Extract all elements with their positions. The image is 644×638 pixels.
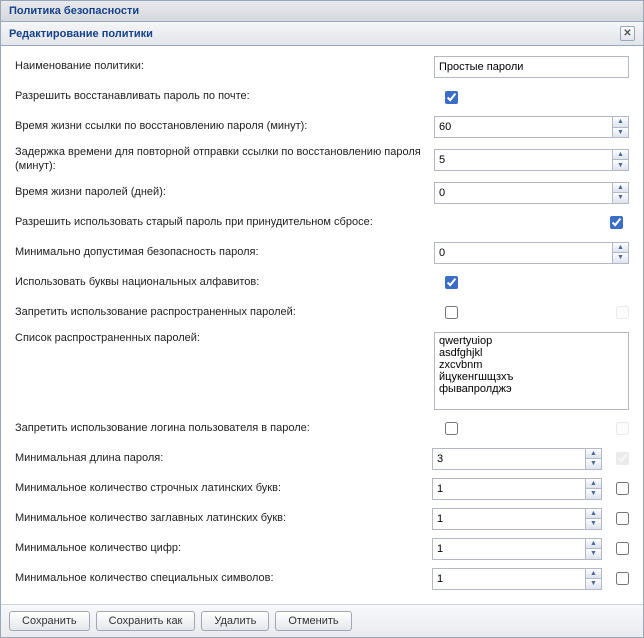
- input-resend-delay[interactable]: [434, 149, 612, 171]
- checkbox-forbid-common-trail: [616, 306, 629, 319]
- input-link-ttl[interactable]: [434, 116, 612, 138]
- spinner-resend-delay: ▲▼: [434, 149, 629, 171]
- row-min-len: Минимальная длина пароля: ▲▼: [15, 448, 629, 470]
- label-resend-delay: Задержка времени для повторной отправки …: [15, 146, 434, 174]
- label-min-upper: Минимальное количество заглавных латинск…: [15, 512, 432, 526]
- row-min-digits: Минимальное количество цифр: ▲▼: [15, 538, 629, 560]
- chevron-down-icon[interactable]: ▼: [586, 489, 601, 499]
- checkbox-min-special-trail[interactable]: [616, 572, 629, 585]
- chevron-up-icon[interactable]: ▲: [613, 183, 628, 194]
- label-forbid-common: Запретить использование распространенных…: [15, 306, 445, 320]
- delete-button[interactable]: Удалить: [201, 611, 269, 631]
- save-as-button[interactable]: Сохранить как: [96, 611, 196, 631]
- chevron-up-icon[interactable]: ▲: [586, 479, 601, 490]
- checkbox-allow-old[interactable]: [610, 216, 623, 229]
- chevron-up-icon[interactable]: ▲: [613, 243, 628, 254]
- row-allow-old: Разрешить использовать старый пароль при…: [15, 212, 629, 234]
- chevron-up-icon[interactable]: ▲: [613, 117, 628, 128]
- chevron-down-icon[interactable]: ▼: [586, 459, 601, 469]
- checkbox-allow-recovery[interactable]: [445, 91, 458, 104]
- checkbox-forbid-login-trail: [616, 422, 629, 435]
- checkbox-use-national[interactable]: [445, 276, 458, 289]
- checkbox-min-len-trail: [616, 452, 629, 465]
- row-common-list: Список распространенных паролей:: [15, 332, 629, 410]
- chevron-up-icon[interactable]: ▲: [586, 449, 601, 460]
- label-min-len: Минимальная длина пароля:: [15, 452, 432, 466]
- chevron-down-icon[interactable]: ▼: [613, 160, 628, 170]
- row-min-upper: Минимальное количество заглавных латинск…: [15, 508, 629, 530]
- button-bar: Сохранить Сохранить как Удалить Отменить: [1, 604, 643, 637]
- spinner-link-ttl: ▲▼: [434, 116, 629, 138]
- input-min-len[interactable]: [432, 448, 585, 470]
- chevron-up-icon[interactable]: ▲: [586, 569, 601, 580]
- spinner-min-special: ▲▼: [432, 568, 602, 590]
- chevron-down-icon[interactable]: ▼: [613, 193, 628, 203]
- checkbox-forbid-login[interactable]: [445, 422, 458, 435]
- label-name: Наименование политики:: [15, 60, 434, 74]
- row-name: Наименование политики:: [15, 56, 629, 78]
- row-min-lower: Минимальное количество строчных латински…: [15, 478, 629, 500]
- input-min-lower[interactable]: [432, 478, 585, 500]
- label-min-strength: Минимально допустимая безопасность парол…: [15, 246, 434, 260]
- subpanel-header: Редактирование политики ✕: [1, 22, 643, 46]
- chevron-down-icon[interactable]: ▼: [586, 579, 601, 589]
- spinner-pwd-ttl: ▲▼: [434, 182, 629, 204]
- spinner-min-upper: ▲▼: [432, 508, 602, 530]
- spinner-min-lower: ▲▼: [432, 478, 602, 500]
- spinner-min-strength: ▲▼: [434, 242, 629, 264]
- label-min-lower: Минимальное количество строчных латински…: [15, 482, 432, 496]
- row-min-special: Минимальное количество специальных симво…: [15, 568, 629, 590]
- textarea-common-list[interactable]: [434, 332, 629, 410]
- panel-title: Политика безопасности: [1, 1, 643, 22]
- row-link-ttl: Время жизни ссылки по восстановлению пар…: [15, 116, 629, 138]
- label-allow-old: Разрешить использовать старый пароль при…: [15, 216, 610, 230]
- label-min-special: Минимальное количество специальных симво…: [15, 572, 432, 586]
- chevron-down-icon[interactable]: ▼: [613, 253, 628, 263]
- input-min-digits[interactable]: [432, 538, 585, 560]
- chevron-up-icon[interactable]: ▲: [613, 150, 628, 161]
- row-forbid-login: Запретить использование логина пользоват…: [15, 418, 629, 440]
- label-allow-recovery: Разрешить восстанавливать пароль по почт…: [15, 90, 445, 104]
- label-pwd-ttl: Время жизни паролей (дней):: [15, 186, 434, 200]
- label-use-national: Использовать буквы национальных алфавито…: [15, 276, 445, 290]
- input-name[interactable]: [434, 56, 629, 78]
- subpanel-title: Редактирование политики: [9, 28, 153, 40]
- security-policy-panel: Политика безопасности Редактирование пол…: [0, 0, 644, 638]
- row-resend-delay: Задержка времени для повторной отправки …: [15, 146, 629, 174]
- label-forbid-login: Запретить использование логина пользоват…: [15, 422, 445, 436]
- save-button[interactable]: Сохранить: [9, 611, 90, 631]
- spinner-min-digits: ▲▼: [432, 538, 602, 560]
- row-pwd-ttl: Время жизни паролей (дней): ▲▼: [15, 182, 629, 204]
- chevron-up-icon[interactable]: ▲: [586, 539, 601, 550]
- chevron-up-icon[interactable]: ▲: [586, 509, 601, 520]
- spinner-min-len: ▲▼: [432, 448, 602, 470]
- chevron-down-icon[interactable]: ▼: [613, 128, 628, 138]
- row-allow-recovery: Разрешить восстанавливать пароль по почт…: [15, 86, 629, 108]
- checkbox-min-upper-trail[interactable]: [616, 512, 629, 525]
- checkbox-min-digits-trail[interactable]: [616, 542, 629, 555]
- label-link-ttl: Время жизни ссылки по восстановлению пар…: [15, 120, 434, 134]
- input-pwd-ttl[interactable]: [434, 182, 612, 204]
- close-icon[interactable]: ✕: [620, 26, 635, 41]
- label-common-list: Список распространенных паролей:: [15, 332, 434, 346]
- form-body: Наименование политики: Разрешить восстан…: [1, 46, 643, 604]
- chevron-down-icon[interactable]: ▼: [586, 549, 601, 559]
- input-min-upper[interactable]: [432, 508, 585, 530]
- checkbox-forbid-common[interactable]: [445, 306, 458, 319]
- row-forbid-common: Запретить использование распространенных…: [15, 302, 629, 324]
- checkbox-min-lower-trail[interactable]: [616, 482, 629, 495]
- row-use-national: Использовать буквы национальных алфавито…: [15, 272, 629, 294]
- cancel-button[interactable]: Отменить: [275, 611, 351, 631]
- chevron-down-icon[interactable]: ▼: [586, 519, 601, 529]
- row-min-strength: Минимально допустимая безопасность парол…: [15, 242, 629, 264]
- label-min-digits: Минимальное количество цифр:: [15, 542, 432, 556]
- input-min-strength[interactable]: [434, 242, 612, 264]
- input-min-special[interactable]: [432, 568, 585, 590]
